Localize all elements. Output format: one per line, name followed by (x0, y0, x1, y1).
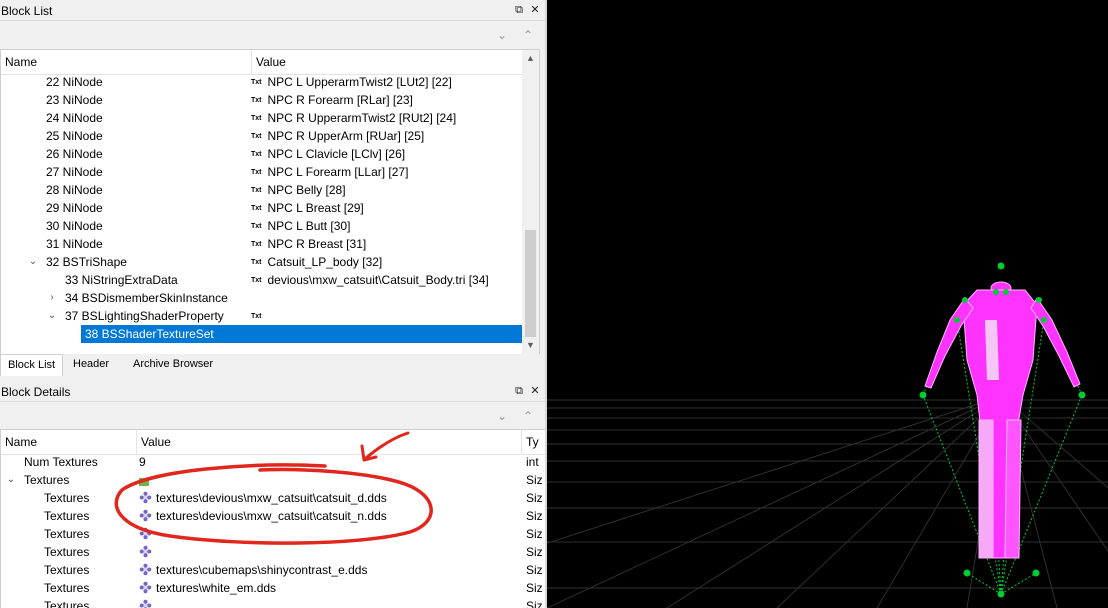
red-annotation (114, 431, 433, 545)
right-leg (1004, 419, 1022, 559)
left-panel: Block List ⧉ ✕ ⌄ ⌃ Name Value 22 NiNode … (0, 0, 545, 608)
annotation-arrow (364, 431, 410, 460)
character-mesh (924, 281, 1081, 559)
right-arm (1030, 297, 1081, 388)
body-highlight (985, 320, 999, 380)
scene-canvas (547, 262, 1108, 608)
render-viewport[interactable] (547, 0, 1108, 608)
annotation-ellipse (114, 463, 433, 545)
ground-grid (547, 395, 1108, 608)
left-leg (978, 419, 994, 559)
